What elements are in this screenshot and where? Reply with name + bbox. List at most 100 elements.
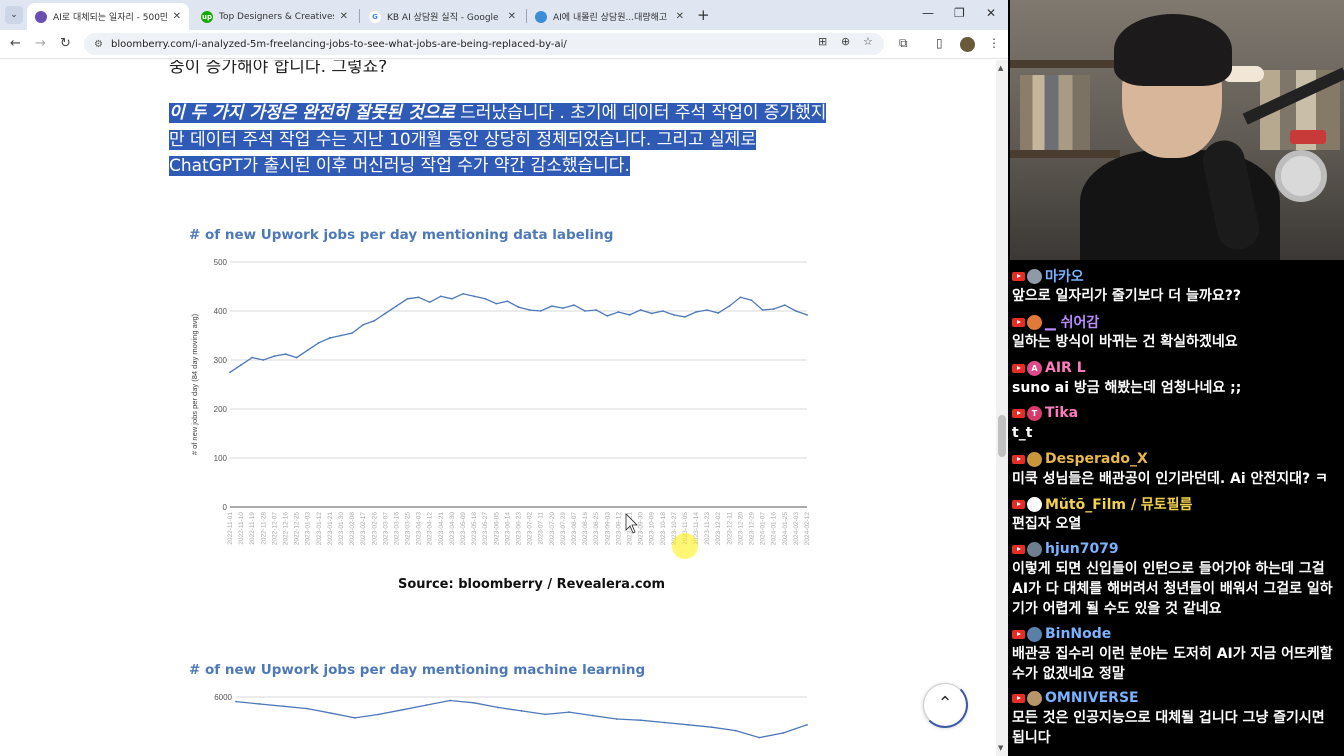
chat-avatar[interactable] [1027, 690, 1042, 706]
extensions-icon[interactable]: ⧉ [899, 36, 908, 51]
back-icon[interactable]: ← [10, 36, 21, 51]
chat-message: A AIR L suno ai 방금 해봤는데 엄청나네요 ;; [1012, 358, 1342, 398]
translate-icon[interactable]: ⊞ [818, 35, 827, 48]
tab-close-icon[interactable]: ✕ [340, 11, 348, 22]
bookmark-star-icon[interactable]: ☆ [863, 35, 873, 48]
chat-username[interactable]: Desperado_X [1045, 451, 1148, 467]
tab-close-icon[interactable]: ✕ [508, 11, 516, 22]
chart1-xtick-label: 2023-04-12 [427, 512, 434, 546]
webcam-shelf [1010, 150, 1120, 158]
chart2-data-point [330, 712, 333, 715]
forward-icon[interactable]: → [35, 36, 46, 51]
chart2-data-point [449, 699, 452, 702]
close-window-icon[interactable]: ✕ [986, 6, 996, 20]
chat-username[interactable]: 마카오 [1045, 266, 1084, 286]
profile-avatar[interactable] [960, 37, 975, 52]
chat-message-meta: 마카오 [1012, 266, 1342, 286]
chart1-xtick-label: 2023-07-29 [560, 512, 567, 546]
chat-message-text: 모든 것은 인공지능으로 대체될 겁니다 그냥 즐기시면 됩니다 [1012, 710, 1325, 746]
chart1-data-point [806, 314, 808, 316]
chat-username[interactable]: hjun7079 [1045, 541, 1119, 557]
chat-username[interactable]: OMNIVERSE [1045, 690, 1139, 706]
chart1-data-point [573, 304, 575, 307]
chart1-xtick-label: 2023-01-30 [338, 512, 345, 546]
chat-avatar[interactable]: A [1027, 360, 1042, 376]
chat-avatar[interactable] [1027, 451, 1042, 467]
chat-avatar[interactable] [1027, 626, 1042, 642]
tab-favicon-icon [535, 10, 547, 23]
tab-news[interactable]: AI에 내몰린 상담원...대량해고 ✕ [527, 3, 692, 30]
chart1-xtick-label: 2022-11-10 [238, 512, 245, 545]
tab-ai-jobs[interactable]: AI로 대체되는 일자리 - 500만 ✕ [27, 3, 189, 30]
chat-username[interactable]: BinNode [1045, 626, 1111, 642]
chat-message-meta: A AIR L [1012, 358, 1342, 378]
page-scrollbar[interactable]: ▲ ▼ [996, 60, 1008, 756]
site-info-icon[interactable]: ⚙ [94, 39, 103, 50]
chart1-data-point [639, 309, 642, 311]
chart1-xtick-label: 2023-12-11 [726, 512, 733, 545]
reload-icon[interactable]: ↻ [60, 36, 71, 51]
scrollbar-thumb[interactable] [998, 415, 1006, 457]
tab-upwork[interactable]: up Top Designers & Creatives for ✕ [193, 3, 356, 30]
chart1-xtick-label: 2023-05-09 [460, 512, 467, 546]
menu-kebab-icon[interactable]: ⋮ [988, 36, 1000, 50]
chart1-xtick-label: 2023-12-29 [749, 512, 756, 546]
tab-label: Top Designers & Creatives for [219, 11, 334, 22]
youtube-icon [1012, 363, 1025, 373]
zoom-icon[interactable]: ⊕ [841, 35, 850, 48]
scroll-to-top-button[interactable]: ⌃ [922, 682, 968, 728]
tab-google-search[interactable]: G KB AI 상담원 실직 - Google 검 ✕ [361, 3, 524, 30]
cursor-highlight [672, 533, 698, 559]
chart2-data-point [806, 723, 808, 726]
chart1-xtick-label: 2022-11-28 [260, 512, 267, 545]
chat-avatar[interactable] [1027, 496, 1042, 512]
chart2-data-point [663, 721, 666, 724]
chart1-xtick-label: 2023-07-20 [549, 512, 556, 546]
chart1-data-point [661, 310, 664, 312]
chat-message-meta: hjun7079 [1012, 539, 1342, 559]
chart2-data-point [401, 708, 404, 711]
side-panel-icon[interactable]: ▯ [936, 36, 943, 50]
scroll-progress-ring [922, 682, 968, 728]
chat-username[interactable]: AIR L [1045, 360, 1086, 376]
chat-username[interactable]: Mŭtō_Film / 뮤토필름 [1045, 494, 1192, 514]
chat-message: ▁ 쉬어감 일하는 방식이 바뀌는 건 확실하겠네요 [1012, 312, 1342, 352]
tab-close-icon[interactable]: ✕ [173, 11, 181, 22]
chart1-xtick-label: 2022-12-25 [294, 512, 301, 546]
chart1-data-point [328, 337, 331, 339]
scroll-up-arrow-icon[interactable]: ▲ [998, 64, 1003, 72]
chart1-data-point [406, 297, 409, 300]
streamer-webcam [1010, 0, 1344, 260]
chart1-svg: 0 100 200 300 400 500 # of new jobs per day (8… [190, 258, 811, 559]
tab-close-icon[interactable]: ✕ [676, 11, 684, 22]
url-text[interactable]: bloomberry.com/i-analyzed-5m-freelancing… [111, 39, 884, 50]
chart2-svg: 6000 [214, 693, 808, 739]
restore-icon[interactable]: ❐ [954, 6, 965, 20]
chat-avatar[interactable] [1027, 314, 1042, 330]
chat-username[interactable]: ▁ 쉬어감 [1045, 312, 1099, 332]
youtube-icon [1012, 544, 1025, 554]
tab-strip: ⌄ AI로 대체되는 일자리 - 500만 ✕ up Top Designers… [0, 0, 1008, 30]
chart1-data-point [506, 300, 509, 303]
chart1-data-point [417, 296, 420, 299]
chart1-data-point [684, 315, 686, 318]
chart1-data-point [706, 309, 709, 311]
chart1-xtick-label: 2023-06-05 [493, 512, 500, 546]
chat-username[interactable]: Tika [1045, 405, 1078, 421]
minimize-icon[interactable]: — [922, 6, 934, 20]
scroll-down-arrow-icon[interactable]: ▼ [998, 744, 1003, 752]
chat-avatar[interactable] [1027, 541, 1042, 557]
tab-search-icon[interactable]: ⌄ [5, 6, 23, 24]
chat-avatar[interactable]: T [1027, 405, 1042, 421]
chart1-data-point [739, 296, 742, 299]
address-bar[interactable]: ⚙ bloomberry.com/i-analyzed-5m-freelanci… [84, 33, 884, 55]
chart1-data-point [750, 299, 753, 302]
chart1-xtick-label: 2023-07-11 [538, 512, 545, 545]
chat-avatar[interactable] [1027, 268, 1042, 284]
chart2-ytick-label: 6000 [214, 693, 232, 702]
chart1-data-point [240, 364, 242, 366]
chart1-data-point [528, 309, 531, 311]
new-tab-button[interactable]: + [697, 6, 710, 24]
chart1-data-point [340, 334, 342, 337]
chart1-data-point [384, 312, 387, 315]
